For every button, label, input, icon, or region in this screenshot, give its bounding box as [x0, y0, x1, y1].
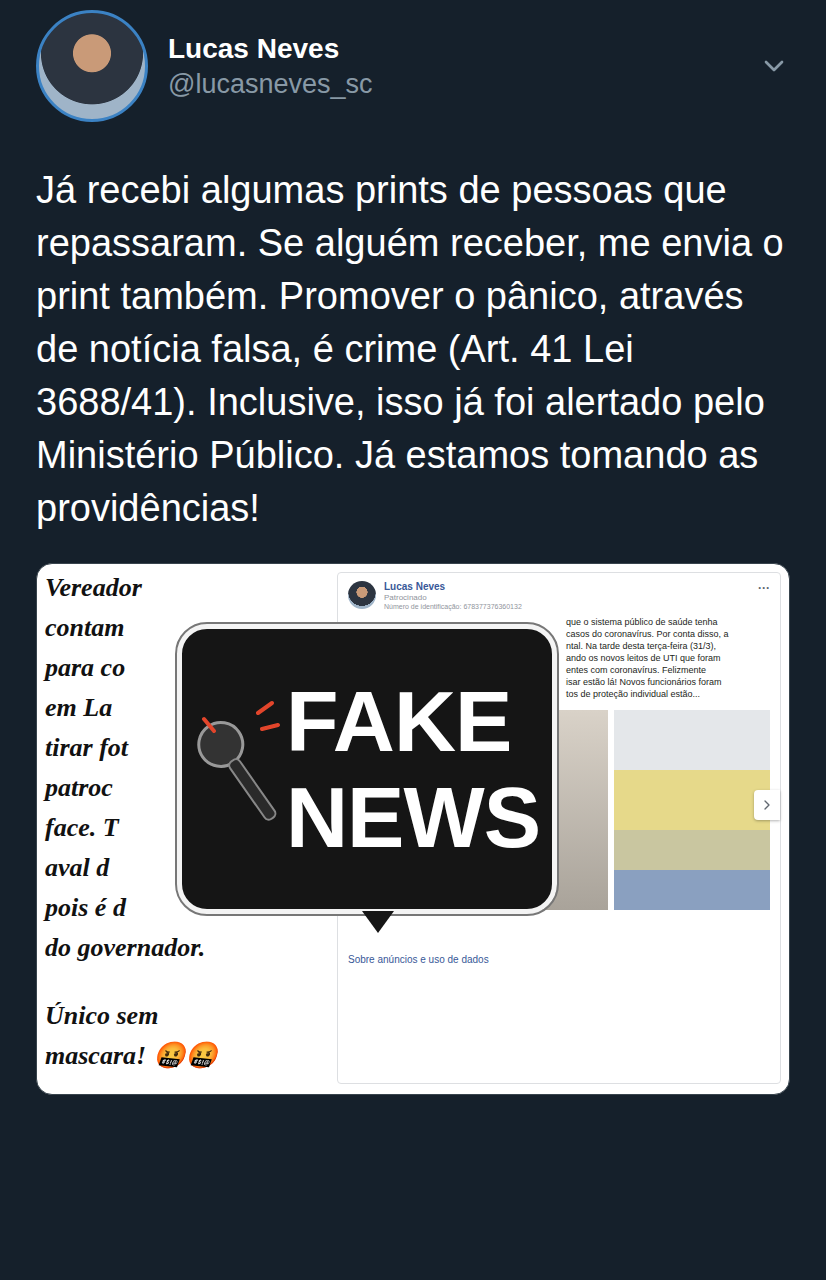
tweet-page: Lucas Neves @lucasneves_sc Já recebi algum…	[0, 0, 826, 1280]
chevron-right-icon	[759, 797, 775, 813]
ad-body-line: que o sistema público de saúde tenha	[566, 616, 770, 628]
ad-name: Lucas Neves	[384, 581, 750, 592]
stamp-word: FAKE	[286, 673, 552, 769]
ad-meta: Lucas NevesPatrocinadoNúmero de identifi…	[384, 581, 750, 610]
stamp-word: NEWS	[286, 769, 552, 865]
ad-photo	[614, 710, 770, 910]
microphone-icon	[196, 699, 280, 839]
ad-id: Número de identificação: 678377376360132	[384, 603, 750, 610]
ad-label: Patrocinado	[384, 593, 750, 602]
tweet-text: Já recebi algumas prints de pessoas que …	[36, 164, 790, 535]
ad-body-line: ntal. Na tarde desta terça-feira (31/3),	[566, 640, 770, 652]
tweet-media[interactable]: Vereadorcontampara coem Latirar fotpatro…	[36, 563, 790, 1095]
ad-body-line: entes com coronavírus. Felizmente	[566, 664, 770, 676]
caption-line: mascara! 🤬🤬	[45, 1036, 327, 1076]
tweet-header: Lucas Neves @lucasneves_sc	[36, 10, 790, 122]
ad-body-line: isar estão lá! Novos funcionários foram	[566, 676, 770, 688]
carousel-next	[754, 790, 780, 820]
ad-body-line: tos de proteção individual estão...	[566, 688, 770, 700]
caption-line: do governador.	[45, 928, 327, 968]
ad-body-line: casos do coronavírus. Por conta disso, a	[566, 628, 770, 640]
caption-tail: Único semmascara! 🤬🤬	[45, 996, 327, 1076]
ad-header: Lucas NevesPatrocinadoNúmero de identifi…	[338, 573, 780, 610]
caption-line: Vereador	[45, 568, 327, 608]
ad-avatar	[348, 581, 376, 609]
author-handle[interactable]: @lucasneves_sc	[168, 69, 738, 100]
author-names: Lucas Neves @lucasneves_sc	[168, 33, 738, 100]
author-name[interactable]: Lucas Neves	[168, 33, 738, 65]
caption-line: Único sem	[45, 996, 327, 1036]
ad-menu: ···	[758, 581, 770, 595]
ad-body-line: ando os novos leitos de UTI que foram	[566, 652, 770, 664]
author-avatar[interactable]	[36, 10, 148, 122]
ad-footer: Sobre anúncios e uso de dados	[338, 954, 780, 975]
fake-news-stamp: FAKENEWS	[177, 624, 557, 914]
chevron-down-icon[interactable]	[758, 50, 790, 82]
